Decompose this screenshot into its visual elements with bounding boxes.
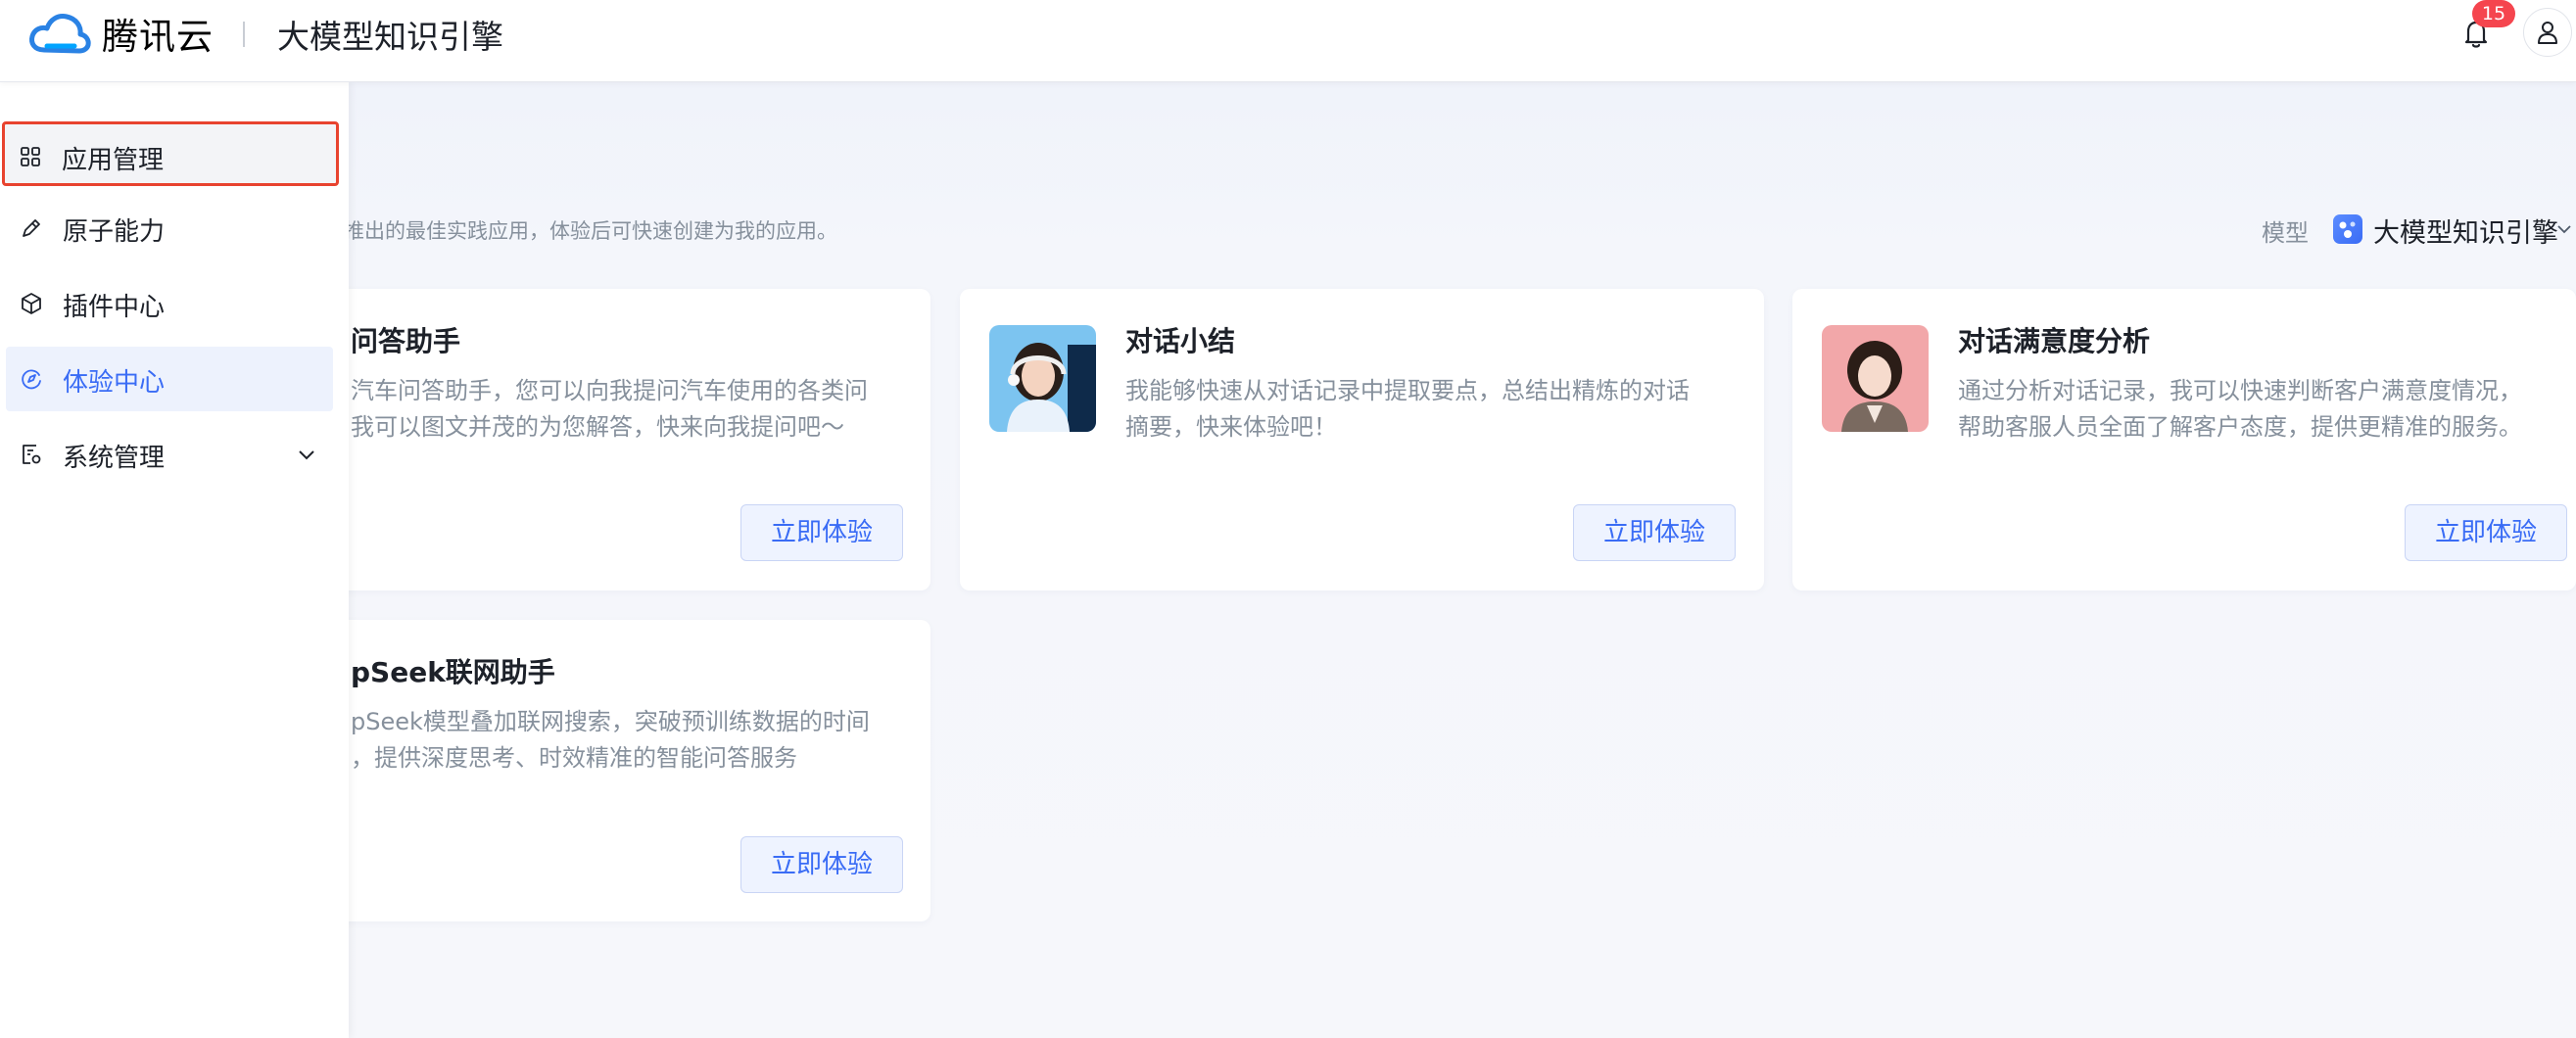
chevron-down-icon[interactable] (2554, 219, 2574, 239)
chevron-down-icon[interactable] (296, 444, 317, 465)
product-name: 大模型知识引擎 (277, 18, 503, 56)
sidebar-item-plugin-center[interactable]: 插件中心 (6, 271, 333, 336)
sidebar-item-atomic-capabilities[interactable]: 原子能力 (6, 196, 333, 260)
card-description: 我能够快速从对话记录中提取要点，总结出精炼的对话 (1125, 377, 1690, 404)
try-now-button[interactable]: 立即体验 (740, 504, 903, 561)
tencent-cloud-logo-icon (29, 14, 91, 54)
try-now-button[interactable]: 立即体验 (740, 836, 903, 893)
agent-avatar (989, 325, 1096, 432)
intro-text: 推出的最佳实践应用，体验后可快速创建为我的应用。 (344, 219, 837, 243)
card-description: 摘要，快来体验吧！ (1125, 413, 1337, 441)
agent-avatar (1822, 325, 1929, 432)
card-description: 我可以图文并茂的为您解答，快来向我提问吧～ (351, 413, 844, 441)
cube-icon (22, 293, 41, 314)
card-description: 帮助客服人员全面了解客户态度，提供更精准的服务。 (1958, 413, 2522, 441)
card-description: pSeek模型叠加联网搜索，突破预训练数据的时间 (351, 708, 870, 735)
notification-badge: 15 (2472, 0, 2515, 27)
top-header: 腾讯云 大模型知识引擎 15 (0, 0, 2576, 82)
sidebar-item-label: 系统管理 (63, 444, 166, 473)
app-card-dialogue-summary: 对话小结 我能够快速从对话记录中提取要点，总结出精炼的对话 摘要，快来体验吧！ … (960, 289, 1764, 590)
sidebar-item-label: 原子能力 (63, 217, 166, 247)
brand[interactable]: 腾讯云 (27, 4, 214, 63)
model-select[interactable]: 大模型知识引擎 (2373, 212, 2558, 250)
brand-name: 腾讯云 (102, 16, 214, 58)
model-logo-icon (2333, 214, 2362, 244)
card-description: 汽车问答助手，您可以向我提问汽车使用的各类问 (351, 377, 868, 404)
user-icon (2538, 22, 2557, 44)
compass-icon (22, 369, 41, 390)
try-now-button[interactable]: 立即体验 (1573, 504, 1736, 561)
card-title: 对话满意度分析 (1958, 325, 2151, 357)
app-card-satisfaction-analysis: 对话满意度分析 通过分析对话记录，我可以快速判断客户满意度情况， 帮助客服人员全… (1792, 289, 2576, 590)
card-description: ，提供深度思考、时效精准的智能问答服务 (351, 744, 797, 772)
sidebar-item-label: 体验中心 (63, 368, 166, 398)
brand-divider (243, 22, 245, 47)
sidebar-item-label: 插件中心 (63, 293, 166, 322)
try-now-button[interactable]: 立即体验 (2405, 504, 2567, 561)
model-label: 模型 (2262, 219, 2309, 247)
sidebar: 应用管理 原子能力 插件中心 体验中心 系统管理 (0, 82, 349, 1038)
grid-icon (21, 147, 40, 166)
settings-doc-icon (23, 445, 41, 464)
card-description: 通过分析对话记录，我可以快速判断客户满意度情况， (1958, 377, 2522, 404)
sidebar-item-system-management[interactable]: 系统管理 (6, 422, 333, 487)
app-card-deepseek-web-assistant: pSeek联网助手 pSeek模型叠加联网搜索，突破预训练数据的时间 ，提供深度… (333, 620, 930, 921)
card-title: 对话小结 (1125, 325, 1236, 357)
pen-icon (23, 219, 40, 237)
sidebar-item-app-management[interactable]: 应用管理 (2, 121, 339, 186)
user-avatar-button[interactable] (2523, 8, 2572, 57)
sidebar-item-experience-center[interactable]: 体验中心 (6, 347, 333, 411)
card-title: pSeek联网助手 (351, 656, 555, 688)
app-card-qa-assistant: 问答助手 汽车问答助手，您可以向我提问汽车使用的各类问 我可以图文并茂的为您解答… (333, 289, 930, 590)
sidebar-item-label: 应用管理 (62, 146, 165, 175)
card-title: 问答助手 (351, 325, 461, 357)
